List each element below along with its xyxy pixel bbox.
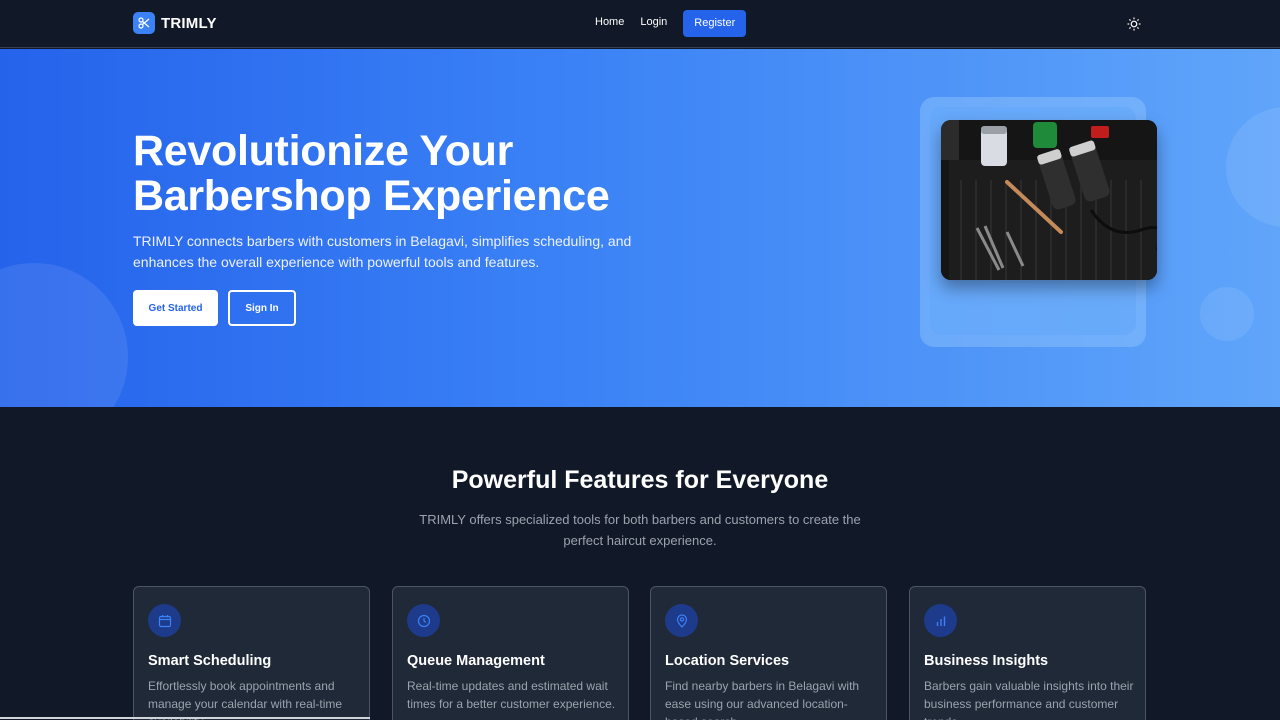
features-title: Powerful Features for Everyone — [451, 466, 829, 494]
calendar-icon — [148, 604, 181, 637]
feature-card-business-insights: Business Insights Barbers gain valuable … — [909, 586, 1146, 720]
decorative-circle — [0, 263, 128, 407]
feature-card-title: Queue Management — [407, 653, 545, 669]
map-pin-icon — [665, 604, 698, 637]
horizontal-scrollbar[interactable] — [0, 717, 370, 719]
brand-name: TRIMLY — [161, 14, 217, 32]
nav-link-login[interactable]: Login — [640, 16, 667, 28]
decorative-circle — [1226, 107, 1280, 227]
hero-section: Revolutionize Your Barbershop Experience… — [0, 49, 1280, 407]
clock-icon — [407, 604, 440, 637]
hero-description: TRIMLY connects barbers with customers i… — [133, 233, 632, 270]
top-navbar: TRIMLY Home Login Register — [0, 0, 1280, 48]
sign-in-button[interactable]: Sign In — [228, 290, 296, 326]
register-button[interactable]: Register — [683, 10, 747, 37]
sun-icon[interactable] — [1125, 15, 1143, 33]
hero-title-line1: Revolutionize Your — [133, 127, 514, 175]
feature-card-location-services: Location Services Find nearby barbers in… — [650, 586, 887, 720]
feature-card-text: Effortlessly book appointments and manag… — [148, 679, 343, 720]
feature-card-title: Smart Scheduling — [148, 653, 272, 669]
brand[interactable]: TRIMLY — [133, 12, 217, 34]
feature-card-text: Barbers gain valuable insights into thei… — [924, 679, 1134, 720]
feature-card-queue-management: Queue Management Real-time updates and e… — [392, 586, 629, 720]
hero-title-line2: Barbershop Experience — [133, 172, 610, 220]
hero-title: Revolutionize Your Barbershop Experience — [133, 129, 693, 219]
decorative-circle — [1200, 287, 1254, 341]
feature-card-text: Real-time updates and estimated wait tim… — [407, 679, 616, 711]
feature-card-title: Location Services — [665, 653, 790, 669]
scissors-icon — [133, 12, 155, 34]
features-subtitle: TRIMLY offers specialized tools for both… — [419, 512, 861, 548]
feature-card-text: Find nearby barbers in Belagavi with eas… — [665, 679, 860, 720]
get-started-button[interactable]: Get Started — [133, 290, 218, 326]
bar-chart-icon — [924, 604, 957, 637]
barber-tools-image — [941, 120, 1157, 280]
nav-links: Home Login Register — [595, 10, 747, 37]
feature-card-title: Business Insights — [924, 653, 1049, 669]
feature-card-smart-scheduling: Smart Scheduling Effortlessly book appoi… — [133, 586, 370, 720]
nav-link-home[interactable]: Home — [595, 16, 624, 28]
